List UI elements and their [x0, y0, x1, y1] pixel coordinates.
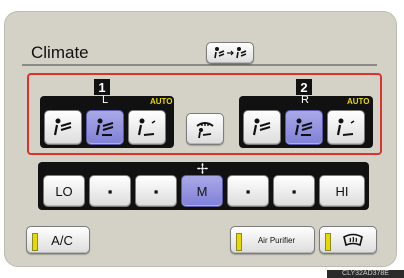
feet-windshield-button[interactable]: [186, 113, 224, 145]
page-title: Climate: [31, 43, 89, 62]
fan-speed-2-label: ▪: [107, 183, 113, 199]
fan-speed-m-button[interactable]: M: [181, 175, 223, 207]
zone-1-feet-button[interactable]: [128, 110, 166, 145]
fan-speed-hi-button[interactable]: HI: [319, 175, 365, 207]
zone-1-bilevel-button[interactable]: [86, 110, 124, 145]
zone-1-auto-label: AUTO: [150, 97, 173, 106]
ac-indicator: [32, 233, 38, 251]
windshield-defog-icon: [343, 233, 363, 247]
fan-speed-lo-label: LO: [55, 183, 73, 199]
feet-airflow-icon: [336, 118, 355, 136]
dual-mode-button[interactable]: [206, 42, 254, 64]
dual-airflow-icon: [214, 47, 247, 59]
zone-2-label: R: [301, 94, 309, 106]
air-purifier-label: Air Purifier: [257, 235, 296, 245]
fan-speed-5-button[interactable]: ▪: [227, 175, 269, 207]
fan-speed-m-label: M: [196, 183, 208, 199]
header-divider: [22, 64, 377, 66]
bilevel-airflow-icon: [294, 118, 313, 136]
fan-speed-3-button[interactable]: ▪: [135, 175, 177, 207]
fan-speed-6-label: ▪: [291, 183, 297, 199]
ac-button[interactable]: A/C: [26, 226, 90, 254]
face-airflow-icon: [53, 118, 72, 135]
zone-2-feet-button[interactable]: [327, 110, 365, 145]
fan-speed-5-label: ▪: [245, 183, 251, 199]
feet-windshield-icon: [196, 122, 214, 139]
air-purifier-button[interactable]: Air Purifier: [230, 226, 315, 254]
zone-1-label: L: [102, 94, 109, 106]
face-airflow-icon: [252, 118, 271, 135]
ac-label: A/C: [51, 232, 73, 248]
feet-airflow-icon: [137, 118, 156, 136]
fan-speed-6-button[interactable]: ▪: [273, 175, 315, 207]
fan-speed-3-label: ▪: [153, 183, 159, 199]
bilevel-airflow-icon: [95, 118, 114, 136]
zone-2-bilevel-button[interactable]: [285, 110, 323, 145]
zone-1-number: 1: [94, 79, 110, 95]
zone-2-face-button[interactable]: [243, 110, 281, 145]
windshield-defog-indicator: [325, 233, 331, 251]
zone-1-face-button[interactable]: [44, 110, 82, 145]
zone-2-number: 2: [296, 79, 312, 95]
zone-2-auto-label: AUTO: [347, 97, 370, 106]
fan-speed-lo-button[interactable]: LO: [43, 175, 85, 207]
image-code-watermark: CLY32AD378E: [327, 270, 404, 278]
fan-speed-2-button[interactable]: ▪: [89, 175, 131, 207]
fan-speed-hi-label: HI: [335, 183, 349, 199]
air-purifier-indicator: [236, 233, 242, 251]
fan-icon: [197, 163, 208, 174]
windshield-defog-button[interactable]: [319, 226, 377, 254]
